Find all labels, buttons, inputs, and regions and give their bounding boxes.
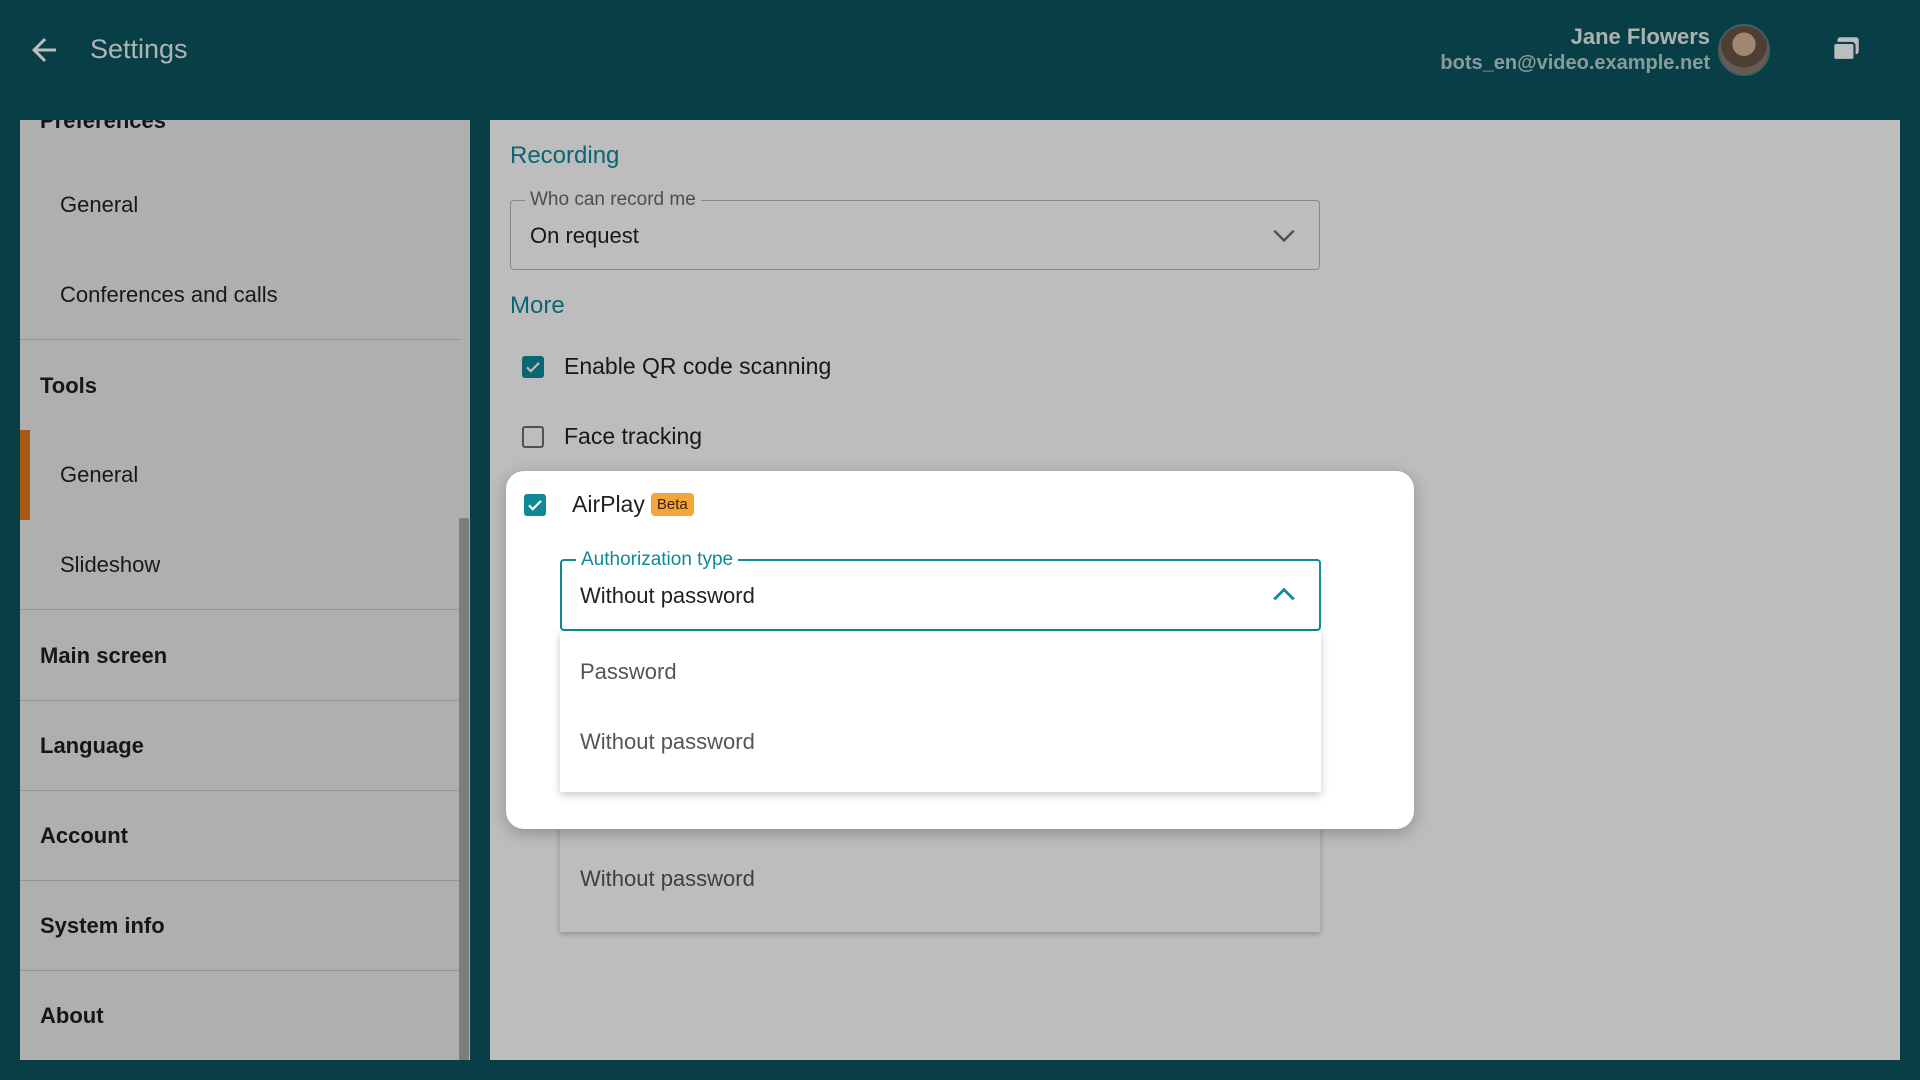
- airplay-popup: AirPlay Beta Authorization type Without …: [506, 471, 1414, 829]
- option-password[interactable]: Password: [580, 659, 677, 685]
- option-without-password[interactable]: Without password: [580, 729, 755, 755]
- authorization-type-select[interactable]: Authorization type Without password: [560, 549, 1321, 631]
- check-icon: [528, 499, 542, 511]
- airplay-checkbox-row[interactable]: AirPlay Beta: [524, 491, 694, 518]
- beta-badge: Beta: [650, 493, 694, 516]
- airplay-label: AirPlay: [572, 491, 645, 517]
- authorization-type-value: Without password: [580, 583, 755, 608]
- authorization-type-label: Authorization type: [576, 549, 739, 571]
- chevron-up-icon: [1273, 587, 1295, 601]
- airplay-checkbox[interactable]: [524, 493, 546, 516]
- authorization-type-menu: Password Without password: [560, 631, 1321, 792]
